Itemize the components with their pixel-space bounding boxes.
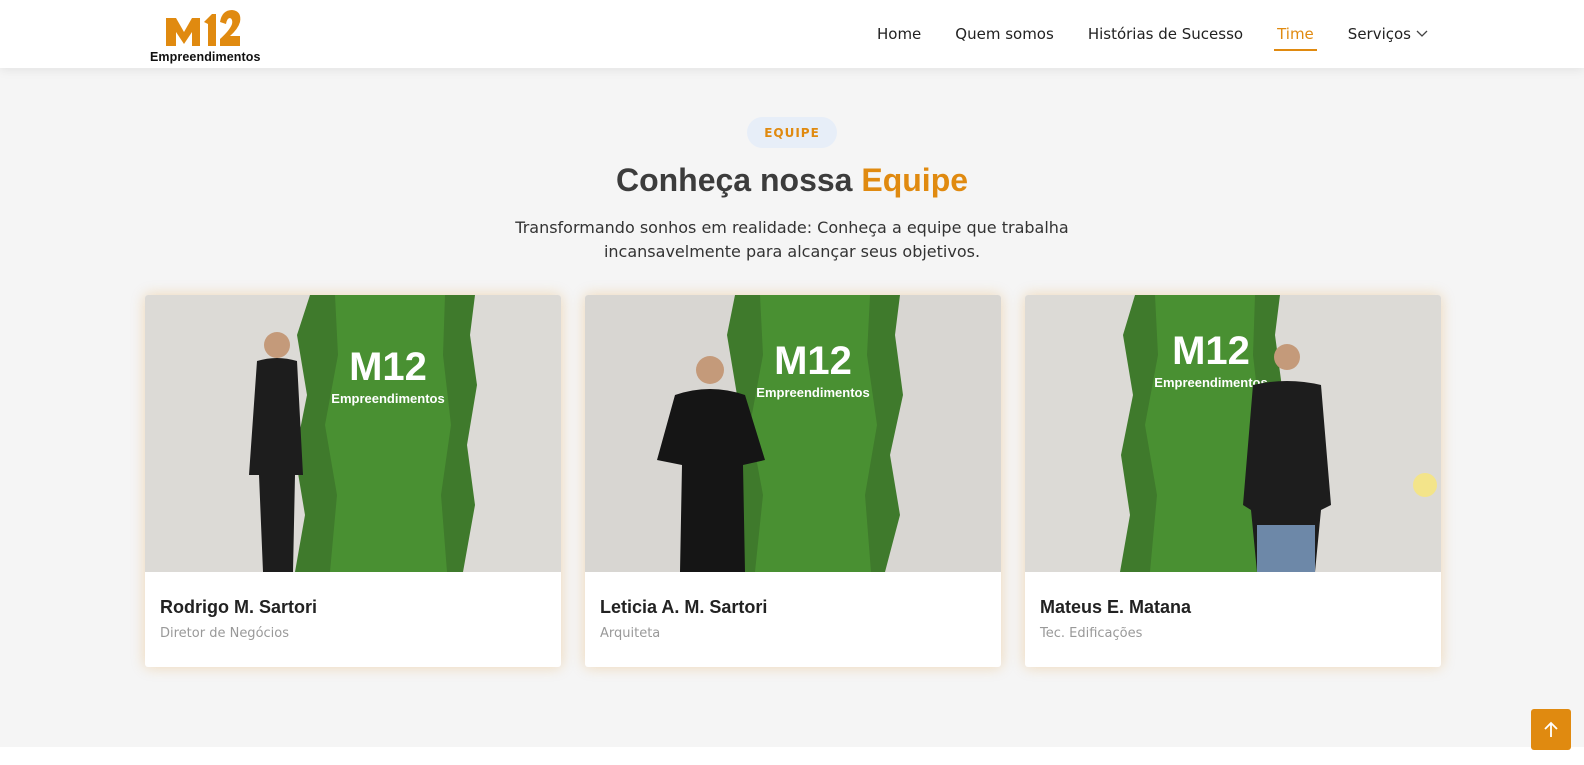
nav-servicos[interactable]: Serviços <box>1348 25 1428 43</box>
section-title: Conheça nossa Equipe <box>0 162 1584 199</box>
team-member-name: Mateus E. Matana <box>1040 597 1192 617</box>
chevron-down-icon <box>1416 30 1428 37</box>
svg-text:Empreendimentos: Empreendimentos <box>331 391 444 406</box>
m12-logo-icon <box>166 10 241 46</box>
team-card: Empreendimentos M12 Leticia A. M. Sartor… <box>585 295 1001 667</box>
arrow-up-icon <box>1544 721 1558 737</box>
team-member-photo: Empreendimentos M12 <box>1025 295 1441 572</box>
section-subtitle: Transformando sonhos em realidade: Conhe… <box>515 218 1069 261</box>
team-member-role: Arquiteta <box>600 626 661 641</box>
section-badge: EQUIPE <box>747 117 837 148</box>
svg-text:M12: M12 <box>1172 329 1250 373</box>
team-member-name: Rodrigo M. Sartori <box>160 597 317 617</box>
team-card: Empreendimentos M12 Rodrigo M. Sartori D… <box>145 295 561 667</box>
team-card: Empreendimentos M12 Mateus E. Matana Tec… <box>1025 295 1441 667</box>
team-member-name: Leticia A. M. Sartori <box>600 597 768 617</box>
team-member-photo: Empreendimentos M12 <box>585 295 1001 572</box>
svg-text:M12: M12 <box>774 339 852 383</box>
logo[interactable]: Empreendimentos <box>150 6 260 64</box>
svg-text:Empreendimentos: Empreendimentos <box>756 385 869 400</box>
logo-subtext: Empreendimentos <box>150 50 261 64</box>
svg-text:Empreendimentos: Empreendimentos <box>1154 375 1267 390</box>
nav-time[interactable]: Time <box>1274 25 1317 51</box>
footer-strip <box>0 747 1584 765</box>
nav-quem-somos[interactable]: Quem somos <box>955 25 1054 43</box>
team-member-photo: Empreendimentos M12 <box>145 295 561 572</box>
nav-home[interactable]: Home <box>877 25 921 43</box>
team-member-role: Diretor de Negócios <box>160 626 290 641</box>
team-member-role: Tec. Edificações <box>1040 626 1143 641</box>
site-header: Empreendimentos Home Quem somos História… <box>0 0 1584 68</box>
main-nav: Home Quem somos Histórias de Sucesso Tim… <box>843 0 1428 68</box>
section-title-prefix: Conheça nossa <box>615 162 853 198</box>
nav-historias-de-sucesso[interactable]: Histórias de Sucesso <box>1088 25 1243 43</box>
scroll-to-top-button[interactable] <box>1531 709 1571 750</box>
nav-servicos-label: Serviços <box>1347 25 1411 43</box>
svg-text:M12: M12 <box>349 345 427 389</box>
section-title-accent: Equipe <box>861 162 969 198</box>
